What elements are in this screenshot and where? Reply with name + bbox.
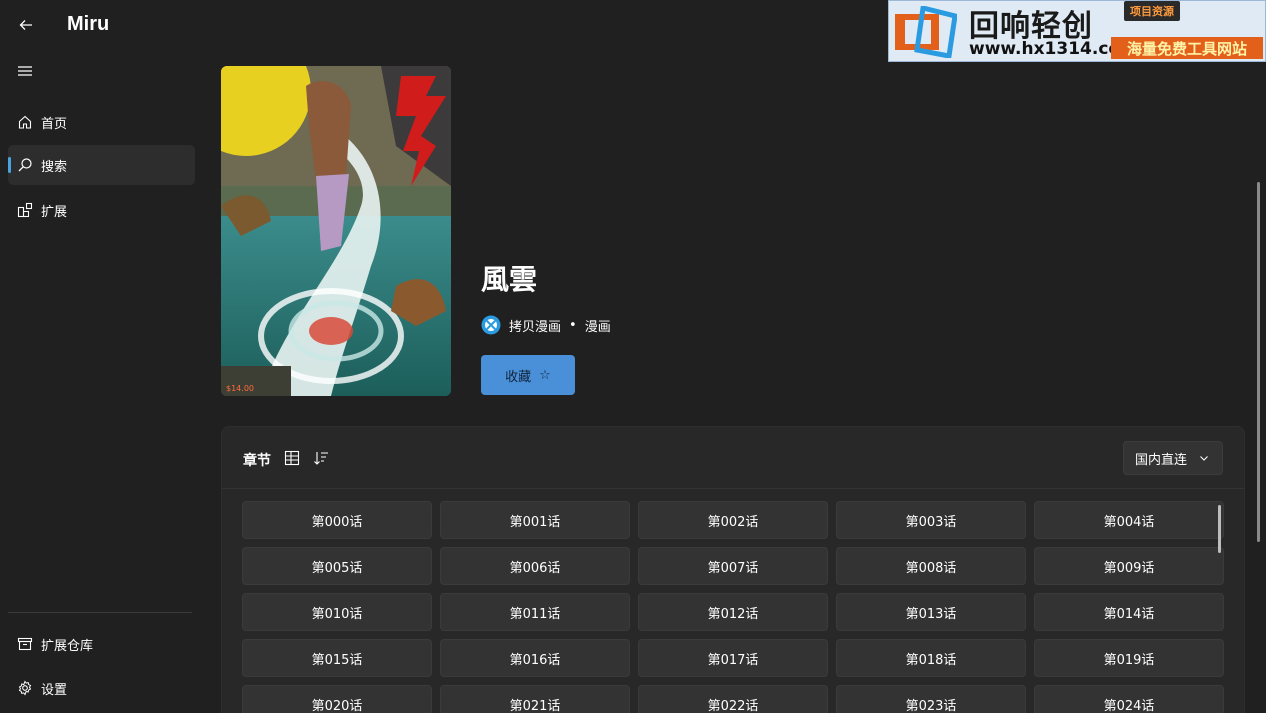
chapter-button[interactable]: 第012话: [638, 593, 828, 631]
chapter-button[interactable]: 第024话: [1034, 685, 1224, 713]
chapter-button[interactable]: 第006话: [440, 547, 630, 585]
title-bar: Miru: [0, 0, 888, 50]
sidebar-item-label: 首页: [41, 116, 68, 132]
separator: •: [569, 317, 577, 333]
chapter-button[interactable]: 第000话: [242, 501, 432, 539]
repository-icon: [17, 636, 33, 652]
chapter-button[interactable]: 第015话: [242, 639, 432, 677]
chapter-button[interactable]: 第020话: [242, 685, 432, 713]
gear-icon: [17, 680, 33, 696]
sidebar-item-label: 扩展: [41, 204, 68, 220]
chevron-down-icon: [1200, 456, 1208, 461]
source-logo-icon: [481, 315, 501, 335]
hamburger-icon: [18, 66, 32, 76]
watermark-url: www.hx1314.cc: [969, 39, 1119, 59]
chapter-button[interactable]: 第001话: [440, 501, 630, 539]
sidebar-item-label: 扩展仓库: [41, 638, 94, 654]
watermark-banner: 回响轻创 项目资源 www.hx1314.cc 海量免费工具网站: [888, 0, 1266, 62]
svg-text:$14.00: $14.00: [226, 384, 254, 393]
chapter-button[interactable]: 第009话: [1034, 547, 1224, 585]
source-name: 拷贝漫画: [509, 319, 562, 335]
category-label: 漫画: [584, 319, 611, 335]
chapter-button[interactable]: 第016话: [440, 639, 630, 677]
chapter-list-scrollbar[interactable]: [1218, 505, 1221, 553]
chapter-button[interactable]: 第005话: [242, 547, 432, 585]
watermark-slogan: 海量免费工具网站: [1111, 37, 1263, 59]
manga-cover-image: $14.00: [221, 66, 451, 396]
chapter-button[interactable]: 第014话: [1034, 593, 1224, 631]
app-title: Miru: [67, 13, 110, 35]
page-scrollbar[interactable]: [1257, 182, 1260, 542]
chapter-header-title: 章节: [243, 453, 271, 469]
watermark-tag: 项目资源: [1124, 1, 1180, 21]
sidebar-item-label: 搜索: [41, 159, 68, 175]
grid-view-icon[interactable]: [283, 449, 301, 467]
chapter-grid: 第000话 第001话 第002话 第003话 第004话第005话 第006话 第007话…: [242, 501, 1226, 713]
sidebar-item-home[interactable]: 首页: [8, 102, 195, 142]
favorite-label: 收藏: [505, 369, 532, 385]
route-select-value: 国内直连: [1135, 452, 1188, 468]
extensions-icon: [17, 202, 33, 218]
chapter-button[interactable]: 第008话: [836, 547, 1026, 585]
sidebar-item-search[interactable]: 搜索: [8, 145, 195, 185]
source-info: 拷贝漫画 • 漫画: [481, 315, 611, 335]
favorite-button[interactable]: 收藏 ☆: [481, 355, 575, 395]
sidebar-item-repository[interactable]: 扩展仓库: [8, 624, 195, 664]
back-arrow-icon: [19, 20, 32, 30]
sidebar-divider: [8, 612, 192, 613]
chapter-button[interactable]: 第021话: [440, 685, 630, 713]
chapter-button[interactable]: 第002话: [638, 501, 828, 539]
sort-icon[interactable]: [312, 449, 330, 467]
chapter-button[interactable]: 第023话: [836, 685, 1026, 713]
chapter-button[interactable]: 第018话: [836, 639, 1026, 677]
chapter-button[interactable]: 第013话: [836, 593, 1026, 631]
chapter-button[interactable]: 第011话: [440, 593, 630, 631]
active-indicator: [8, 157, 11, 173]
chapter-button[interactable]: 第017话: [638, 639, 828, 677]
manga-title: 風雲: [481, 263, 538, 296]
chapter-button[interactable]: 第003话: [836, 501, 1026, 539]
sidebar-item-label: 设置: [41, 682, 68, 698]
chapter-panel-header: 章节 国内直连: [222, 427, 1244, 489]
chapter-panel: 章节 国内直连 第000话 第001话 第002话 第003话 第004话 第005话 第0…: [221, 426, 1245, 713]
menu-toggle-button[interactable]: [10, 56, 40, 86]
home-icon: [17, 114, 33, 130]
search-icon: [17, 157, 33, 173]
chapter-button[interactable]: 第010话: [242, 593, 432, 631]
star-icon: ☆: [539, 367, 551, 383]
chapter-button[interactable]: 第004话: [1034, 501, 1224, 539]
watermark-logo: [895, 6, 957, 58]
back-button[interactable]: [10, 10, 42, 40]
route-select[interactable]: 国内直连: [1123, 441, 1223, 475]
chapter-button[interactable]: 第019话: [1034, 639, 1224, 677]
sidebar-item-extensions[interactable]: 扩展: [8, 190, 195, 230]
chapter-button[interactable]: 第007话: [638, 547, 828, 585]
sidebar-item-settings[interactable]: 设置: [8, 668, 195, 708]
chapter-button[interactable]: 第022话: [638, 685, 828, 713]
